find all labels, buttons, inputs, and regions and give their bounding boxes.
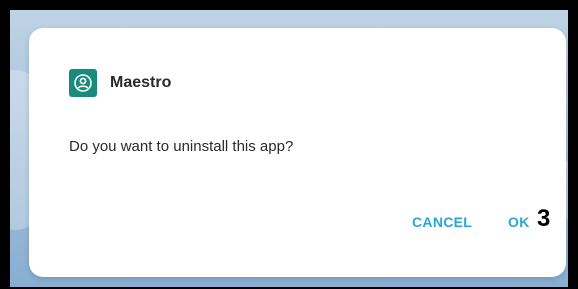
cancel-button[interactable]: CANCEL (412, 210, 472, 234)
uninstall-dialog: Maestro Do you want to uninstall this ap… (29, 28, 566, 277)
ok-button[interactable]: OK (508, 210, 530, 234)
person-icon (74, 74, 92, 92)
app-icon (69, 69, 97, 97)
dialog-actions: CANCEL OK (29, 210, 566, 234)
app-name: Maestro (110, 74, 172, 91)
dialog-message: Do you want to uninstall this app? (69, 138, 294, 155)
app-header: Maestro (69, 68, 171, 98)
step-marker: 3 (537, 205, 551, 232)
